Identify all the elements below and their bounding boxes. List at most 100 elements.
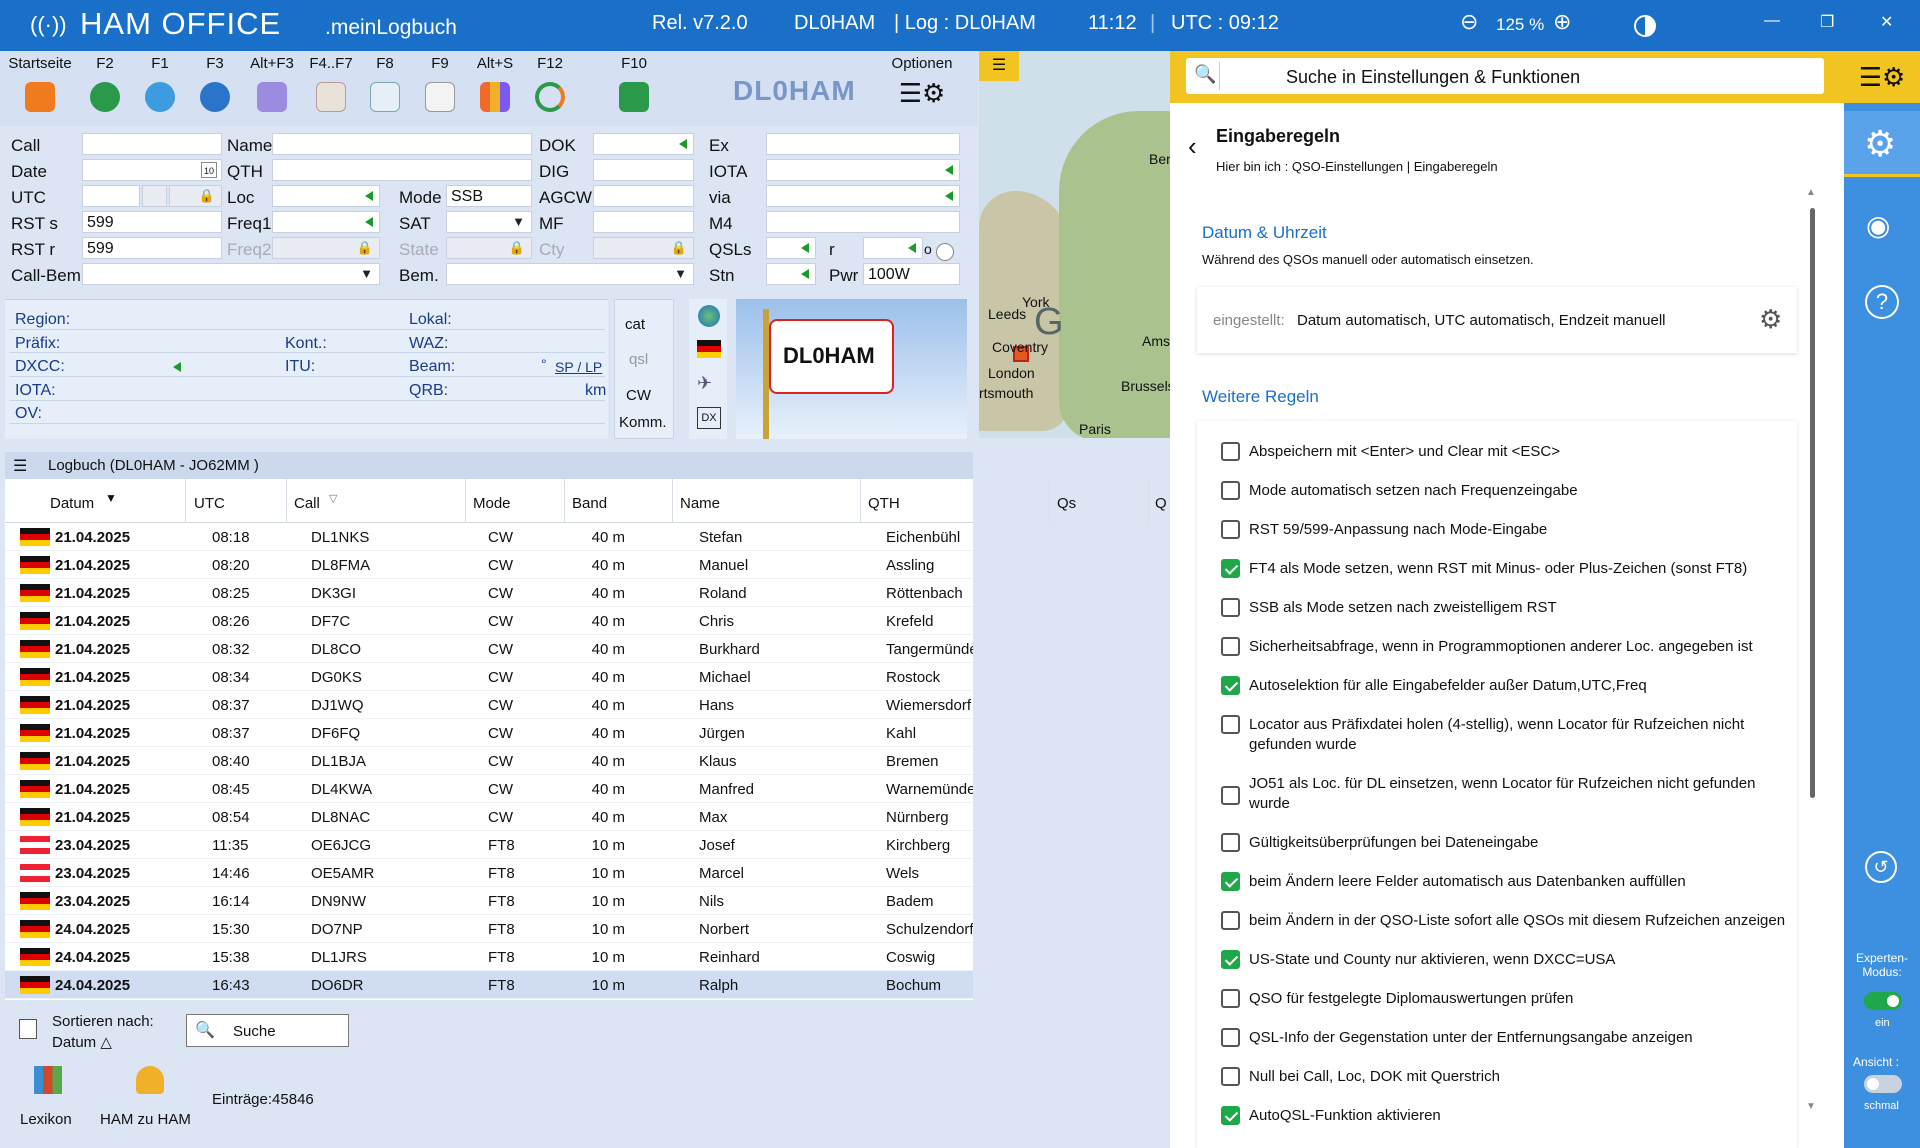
dx-icon[interactable]: DX (697, 407, 721, 429)
table-row[interactable]: 24.04.2025 15:30 DO7NP FT8 10 m Norbert Schulz… (5, 915, 973, 943)
col-qth[interactable]: QTH (868, 495, 900, 512)
ham-zu-ham-button[interactable]: HAM zu HAM (100, 1111, 191, 1128)
rule-item[interactable]: beim Ändern in der QSO-Liste sofort alle… (1221, 911, 1791, 947)
rule-item[interactable]: JO51 als Loc. für DL einsetzen, wenn Loc… (1221, 774, 1791, 812)
col-qs[interactable]: Qs (1057, 495, 1076, 512)
rule-checkbox[interactable] (1221, 637, 1240, 656)
dig-input[interactable] (593, 159, 694, 181)
rule-item[interactable]: Autoselektion für alle Eingabefelder auß… (1221, 676, 1791, 712)
col-name[interactable]: Name (680, 495, 720, 512)
f8-button[interactable]: F8 (362, 55, 408, 112)
maximize-icon[interactable]: ❐ (1820, 12, 1834, 32)
qsl-radio[interactable] (936, 243, 954, 261)
calendar-icon[interactable]: 10 (201, 162, 217, 178)
rule-checkbox[interactable] (1221, 520, 1240, 539)
qth-input[interactable] (272, 159, 532, 181)
freq1-input[interactable] (272, 211, 380, 233)
rule-item[interactable]: Null bei Call, Loc, DOK mit Querstrich (1221, 1067, 1791, 1103)
rule-item[interactable]: Gültigkeitsüberprüfungen bei Dateneingab… (1221, 833, 1791, 869)
dxcc-arrow-icon[interactable] (173, 362, 181, 372)
scroll-up-icon[interactable]: ▲ (1806, 187, 1816, 198)
f10-button[interactable]: F10 (611, 55, 657, 112)
rule-checkbox[interactable] (1221, 481, 1240, 500)
col-utc[interactable]: UTC (194, 495, 225, 512)
f3-button[interactable]: F3 (192, 55, 238, 112)
rule-item[interactable]: FT4 als Mode setzen, wenn RST mit Minus-… (1221, 559, 1791, 595)
rule-item[interactable]: Locator aus Präfixdatei holen (4-stellig… (1221, 715, 1791, 753)
rule-item[interactable]: SSB als Mode setzen nach zweistelligem R… (1221, 598, 1791, 634)
col-mode[interactable]: Mode (473, 495, 511, 512)
document-icon[interactable] (19, 1019, 37, 1039)
lexikon-button[interactable]: Lexikon (20, 1111, 72, 1128)
f12-button[interactable]: F12 (527, 55, 573, 112)
call-input[interactable] (82, 133, 222, 155)
rule-checkbox[interactable] (1221, 833, 1240, 852)
table-row[interactable]: 23.04.2025 11:35 OE6JCG FT8 10 m Josef Kirchbe… (5, 831, 973, 859)
table-row[interactable]: 21.04.2025 08:18 DL1NKS CW 40 m Stefan Eichenb… (5, 523, 973, 551)
map-menu-icon[interactable]: ☰ (979, 51, 1019, 81)
utc-start-input[interactable] (82, 185, 140, 207)
table-row[interactable]: 21.04.2025 08:37 DJ1WQ CW 40 m Hans Wiemersdor… (5, 691, 973, 719)
rule-item[interactable]: AutoQSL-Funktion aktivieren (1221, 1106, 1791, 1142)
mode-input[interactable]: SSB (446, 185, 532, 207)
rule-checkbox[interactable] (1221, 911, 1240, 930)
qsl-received-input[interactable] (863, 237, 923, 259)
m4-input[interactable] (766, 211, 960, 233)
alts-button[interactable]: Alt+S (472, 55, 518, 112)
rule-checkbox[interactable] (1221, 676, 1240, 695)
flag-de-icon[interactable] (697, 340, 721, 358)
ex-input[interactable] (766, 133, 960, 155)
rule-item[interactable]: US-State und County nur aktivieren, wenn… (1221, 950, 1791, 986)
rule-checkbox[interactable] (1221, 598, 1240, 617)
locator-input[interactable] (272, 185, 380, 207)
zoom-in-icon[interactable]: ⊕ (1553, 9, 1571, 35)
table-row[interactable]: 21.04.2025 08:20 DL8FMA CW 40 m Manuel Assling… (5, 551, 973, 579)
rule-checkbox[interactable] (1221, 442, 1240, 461)
col-call[interactable]: Call (294, 495, 320, 512)
rule-checkbox[interactable] (1221, 950, 1240, 969)
power-input[interactable]: 100W (863, 263, 960, 285)
history-icon[interactable]: ↺ (1865, 851, 1897, 883)
minimize-icon[interactable]: — (1764, 12, 1780, 30)
rule-item[interactable]: QSO für festgelegte Diplomauswertungen p… (1221, 989, 1791, 1025)
f4f7-button[interactable]: F4..F7 (306, 55, 356, 112)
dok-input[interactable] (593, 133, 694, 155)
home-button[interactable]: Startseite (5, 55, 75, 112)
rule-item[interactable]: QSL-Info der Gegenstation unter der Entf… (1221, 1028, 1791, 1064)
col-q[interactable]: Q (1155, 495, 1167, 512)
gear-icon[interactable]: ⚙ (1759, 304, 1782, 335)
agcw-input[interactable] (593, 185, 694, 207)
table-row[interactable]: 21.04.202508:37DF6FQCW40 mJürgenKahlN (5, 719, 973, 747)
sp-lp-link[interactable]: SP / LP (555, 359, 602, 375)
f2-button[interactable]: F2 (82, 55, 128, 112)
komm-button[interactable]: Komm. (619, 414, 667, 431)
settings-search-input[interactable]: 🔍 Suche in Einstellungen & Funktionen (1186, 58, 1824, 94)
menu-settings-icon[interactable]: ☰⚙ (1844, 51, 1920, 103)
scroll-down-icon[interactable]: ▼ (1806, 1101, 1816, 1112)
date-input[interactable]: 10 (82, 159, 222, 181)
logbook-menu-icon[interactable]: ☰ (13, 456, 27, 476)
rule-checkbox[interactable] (1221, 1106, 1240, 1125)
table-row[interactable]: 24.04.202516:43DO6DRFT810 mRalphBochumJE (5, 971, 973, 999)
mf-input[interactable] (593, 211, 694, 233)
satellite-icon[interactable]: ✈ (697, 373, 721, 393)
station-input[interactable] (766, 263, 816, 285)
table-row[interactable]: 21.04.202508:26DF7CCW40 mChrisKrefeldN (5, 607, 973, 635)
options-button[interactable]: Optionen ☰⚙ (888, 55, 956, 109)
rule-item[interactable]: Abspeichern mit <Enter> und Clear mit <E… (1221, 442, 1791, 478)
sat-select[interactable]: ▼ (446, 211, 532, 233)
close-icon[interactable]: ✕ (1880, 12, 1893, 32)
rule-item[interactable]: Sicherheitsabfrage, wenn in Programmopti… (1221, 637, 1791, 673)
rule-item[interactable]: RST 59/599-Anpassung nach Mode-Eingabe (1221, 520, 1791, 556)
qsl-sent-input[interactable] (766, 237, 816, 259)
rule-checkbox[interactable] (1221, 786, 1240, 805)
table-row[interactable]: 21.04.2025 08:34 DG0KS CW 40 m Michael Rostock… (5, 663, 973, 691)
settings-tab[interactable]: ⚙ (1844, 111, 1920, 177)
rule-item[interactable]: Mode automatisch setzen nach Frequenzein… (1221, 481, 1791, 517)
altf3-button[interactable]: Alt+F3 (249, 55, 295, 112)
expert-mode-toggle[interactable] (1864, 992, 1902, 1010)
rule-checkbox[interactable] (1221, 715, 1240, 734)
view-toggle[interactable] (1864, 1075, 1902, 1093)
table-row[interactable]: 23.04.202516:14DN9NWFT810 mNilsBademJ (5, 887, 973, 915)
qsl-button[interactable]: qsl (629, 351, 648, 368)
